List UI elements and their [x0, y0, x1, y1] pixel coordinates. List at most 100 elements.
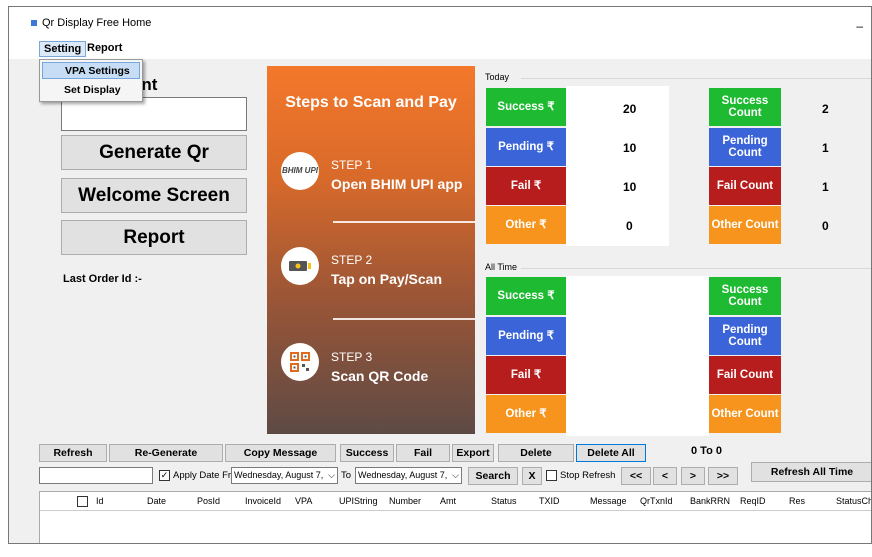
alltime-other-count-tile: Other Count: [709, 395, 781, 433]
step-1-text: Open BHIM UPI app: [331, 176, 463, 192]
from-date-picker[interactable]: Wednesday, August 7, ⌵: [231, 467, 338, 484]
chevron-down-icon: ⌵: [328, 470, 335, 480]
today-fail-amount: 10: [623, 180, 637, 194]
today-values-panel: [566, 86, 669, 246]
today-success-count: 2: [822, 102, 829, 116]
today-other-count-tile: Other Count: [709, 206, 781, 244]
alltime-fail-amount-tile: Fail ₹: [486, 356, 566, 394]
copy-message-button[interactable]: Copy Message: [225, 444, 336, 462]
col-res[interactable]: Res: [789, 496, 805, 506]
fail-filter-button[interactable]: Fail: [396, 444, 450, 462]
col-date[interactable]: Date: [147, 496, 166, 506]
delete-button[interactable]: Delete: [498, 444, 574, 462]
menu-setting[interactable]: Setting: [39, 41, 87, 57]
last-page-button[interactable]: >>: [708, 467, 738, 485]
app-window: Qr Display Free Home – Setting Report VP…: [8, 6, 872, 544]
menu-item-vpa-settings[interactable]: VPA Settings: [42, 62, 140, 79]
col-upistring[interactable]: UPIString: [339, 496, 378, 506]
steps-panel: Steps to Scan and Pay BHIM UPI STEP 1 Op…: [267, 66, 475, 434]
to-date-picker[interactable]: Wednesday, August 7, ⌵: [355, 467, 462, 484]
prev-page-button[interactable]: <: [653, 467, 677, 485]
step-divider: [333, 318, 475, 320]
col-vpa[interactable]: VPA: [295, 496, 312, 506]
today-success-amount-tile: Success ₹: [486, 88, 566, 126]
delete-all-button[interactable]: Delete All: [576, 444, 646, 462]
search-button[interactable]: Search: [468, 467, 518, 485]
group-divider: [521, 78, 871, 79]
report-button[interactable]: Report: [61, 220, 247, 255]
today-pending-count: 1: [822, 141, 829, 155]
next-page-button[interactable]: >: [681, 467, 705, 485]
today-fail-count-tile: Fail Count: [709, 167, 781, 205]
amount-input[interactable]: [61, 97, 247, 131]
stop-refresh-label: Stop Refresh: [560, 470, 616, 481]
setting-dropdown: VPA Settings Set Display: [39, 59, 143, 102]
col-id[interactable]: Id: [96, 496, 104, 506]
to-date-value: Wednesday, August 7,: [358, 470, 448, 480]
success-filter-button[interactable]: Success: [340, 444, 394, 462]
col-qrtxnid[interactable]: QrTxnId: [640, 496, 673, 506]
col-amt[interactable]: Amt: [440, 496, 456, 506]
bhim-upi-icon: BHIM UPI: [281, 152, 319, 190]
alltime-pending-amount-tile: Pending ₹: [486, 317, 566, 355]
menu-report[interactable]: Report: [83, 41, 126, 57]
refresh-all-time-button[interactable]: Refresh All Time: [751, 462, 871, 482]
regenerate-button[interactable]: Re-Generate: [109, 444, 223, 462]
step-3-number: STEP 3: [331, 350, 373, 364]
record-range-label: 0 To 0: [691, 445, 722, 457]
apply-date-checkbox[interactable]: ✓: [159, 470, 170, 481]
title-bar: Qr Display Free Home –: [9, 7, 871, 39]
today-fail-amount-tile: Fail ₹: [486, 167, 566, 205]
alltime-other-amount-tile: Other ₹: [486, 395, 566, 433]
qr-code-icon: [281, 343, 319, 381]
today-success-amount: 20: [623, 102, 637, 116]
steps-title: Steps to Scan and Pay: [285, 94, 457, 111]
alltime-pending-count-tile: Pending Count: [709, 317, 781, 355]
col-posid[interactable]: PosId: [197, 496, 220, 506]
col-txid[interactable]: TXID: [539, 496, 560, 506]
minimize-button[interactable]: –: [856, 19, 863, 33]
group-divider: [521, 268, 871, 269]
col-number[interactable]: Number: [389, 496, 421, 506]
chevron-down-icon: ⌵: [452, 470, 459, 480]
col-invoiceid[interactable]: InvoiceId: [245, 496, 281, 506]
today-other-amount: 0: [626, 219, 633, 233]
menu-bar: Setting Report: [9, 39, 871, 59]
step-3-text: Scan QR Code: [331, 368, 429, 384]
step-2-text: Tap on Pay/Scan: [331, 271, 442, 287]
phone-scan-icon: [281, 247, 319, 285]
refresh-button[interactable]: Refresh: [39, 444, 107, 462]
step-2-number: STEP 2: [331, 253, 373, 267]
to-label: To: [341, 470, 352, 481]
welcome-screen-button[interactable]: Welcome Screen: [61, 178, 247, 213]
stop-refresh-checkbox[interactable]: [546, 470, 557, 481]
clear-button[interactable]: X: [522, 467, 542, 485]
export-button[interactable]: Export: [452, 444, 494, 462]
generate-qr-button[interactable]: Generate Qr: [61, 135, 247, 170]
alltime-fail-count-tile: Fail Count: [709, 356, 781, 394]
first-page-button[interactable]: <<: [621, 467, 651, 485]
col-message[interactable]: Message: [590, 496, 627, 506]
today-other-amount-tile: Other ₹: [486, 206, 566, 244]
step-1-number: STEP 1: [331, 158, 373, 172]
alltime-values-panel: [566, 276, 709, 436]
search-input[interactable]: [39, 467, 153, 484]
menu-item-set-display[interactable]: Set Display: [42, 82, 140, 99]
today-group-label: Today: [485, 72, 510, 82]
today-fail-count: 1: [822, 180, 829, 194]
app-icon: [31, 20, 37, 26]
col-bankrrn[interactable]: BankRRN: [690, 496, 730, 506]
col-reqid[interactable]: ReqID: [740, 496, 766, 506]
today-other-count: 0: [822, 219, 829, 233]
transactions-grid[interactable]: Id Date PosId InvoiceId VPA UPIString Nu…: [39, 491, 871, 543]
select-all-checkbox[interactable]: [77, 496, 88, 507]
window-title: Qr Display Free Home: [42, 17, 152, 29]
alltime-group-label: All Time: [485, 262, 518, 272]
alltime-success-amount-tile: Success ₹: [486, 277, 566, 315]
col-status[interactable]: Status: [491, 496, 517, 506]
from-date-value: Wednesday, August 7,: [234, 470, 324, 480]
today-pending-count-tile: Pending Count: [709, 128, 781, 166]
today-pending-amount-tile: Pending ₹: [486, 128, 566, 166]
alltime-success-count-tile: Success Count: [709, 277, 781, 315]
col-statuschange[interactable]: StatusCh: [836, 496, 871, 506]
